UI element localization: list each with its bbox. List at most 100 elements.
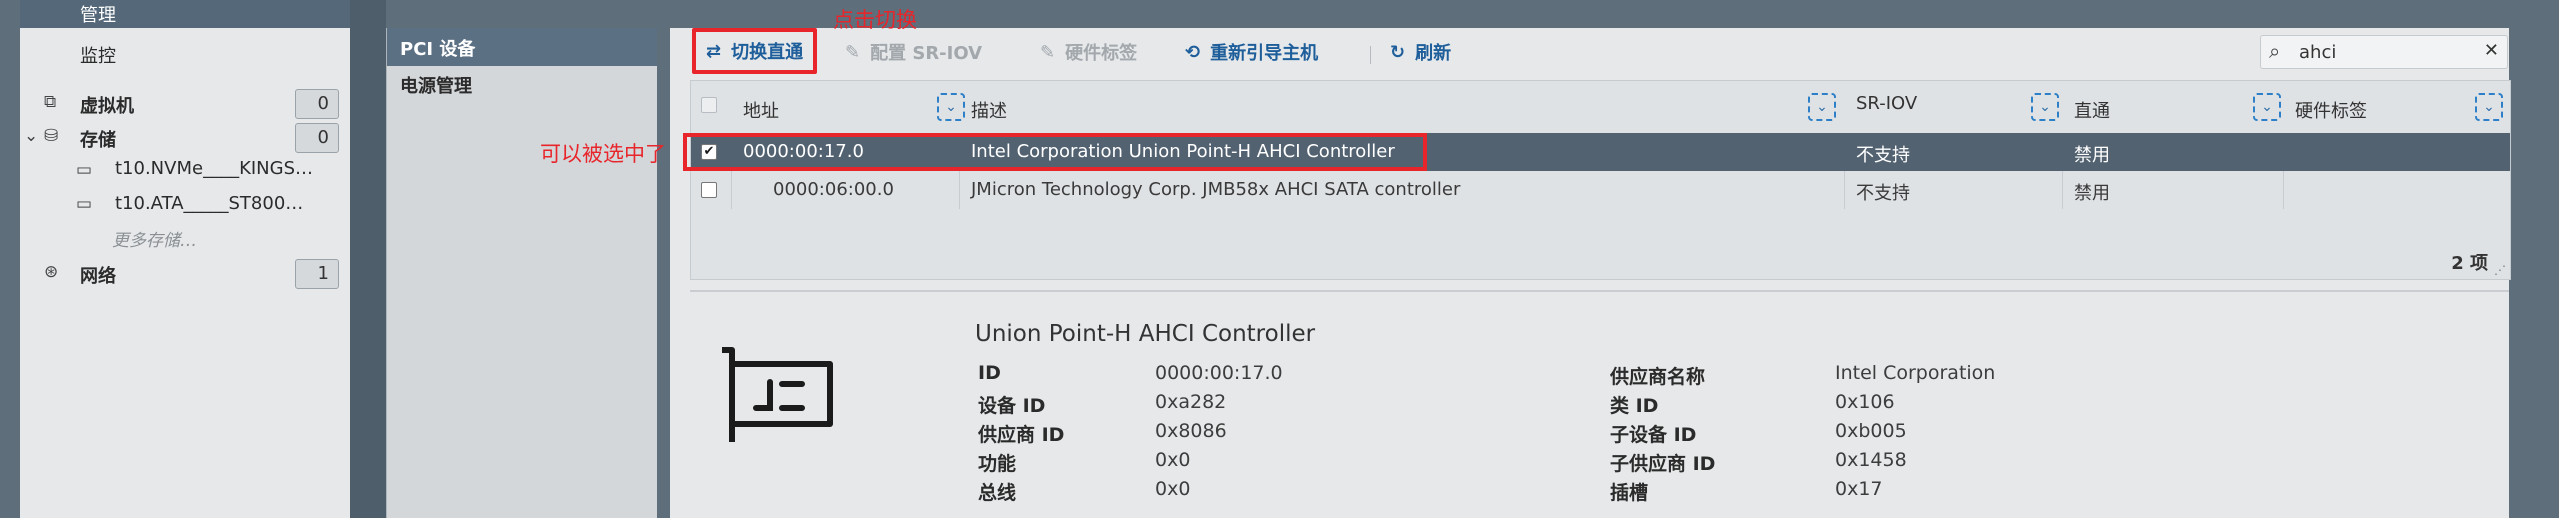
search-box[interactable]: ⌕ ✕ — [2260, 35, 2508, 69]
col-address[interactable]: 地址 — [743, 97, 779, 123]
column-divider — [2062, 171, 2063, 209]
column-divider — [959, 171, 960, 209]
detail-key: 功能 — [978, 453, 1017, 475]
col-description[interactable]: 描述 — [971, 97, 1007, 123]
row-checkbox[interactable] — [701, 182, 717, 198]
detail-key: 子供应商 ID — [1610, 453, 1716, 475]
network-count-badge: 1 — [295, 259, 339, 289]
row-checkbox[interactable]: ✔ — [701, 144, 717, 160]
nav-item-vms[interactable]: 虚拟机 — [80, 92, 134, 118]
pencil-icon: ✎ — [845, 41, 861, 63]
device-title: Union Point-H AHCI Controller — [975, 321, 1316, 347]
configure-sriov-button[interactable]: ✎ 配置 SR-IOV — [845, 34, 982, 70]
pci-device-grid: 地址 ⌄ 描述 ⌄ SR-IOV ⌄ 直通 ⌄ 硬件标签 ⌄ ✔ 0000:00… — [690, 80, 2511, 280]
nav-item-monitor[interactable]: 监控 — [80, 42, 116, 68]
annotation-click-switch: 点击切换 — [833, 8, 917, 32]
more-storage-link[interactable]: 更多存储… — [112, 226, 197, 251]
detail-value: 0xa282 — [1155, 391, 1227, 413]
nav-item-storage[interactable]: 存储 — [80, 126, 116, 152]
hardware-label-button[interactable]: ✎ 硬件标签 — [1040, 34, 1137, 70]
detail-value: 0x106 — [1835, 391, 1895, 413]
refresh-button[interactable]: ↻ 刷新 — [1390, 34, 1451, 70]
nav-item-manage-label: 管理 — [80, 5, 116, 26]
vm-icon: ⧉ — [44, 92, 57, 112]
table-row[interactable]: ✔ 0000:00:17.0 Intel Corporation Union P… — [691, 133, 2510, 171]
detail-value: 0x17 — [1835, 478, 1883, 500]
filter-hardware-label-icon[interactable]: ⌄ — [2475, 93, 2503, 121]
col-sriov[interactable]: SR-IOV — [1856, 93, 1917, 114]
navigator-panel: 管理 监控 ⧉ 虚拟机 0 ⌄ ⛁ 存储 0 ▭ t10.NVMe____KIN… — [20, 0, 350, 518]
swap-icon: ⇄ — [706, 40, 722, 62]
detail-key: 子设备 ID — [1610, 424, 1697, 446]
storage-count-badge: 0 — [295, 123, 339, 153]
row-sriov: 不支持 — [1856, 183, 1910, 204]
reboot-host-button[interactable]: ⟲ 重新引导主机 — [1185, 34, 1318, 70]
pci-card-icon — [722, 347, 833, 442]
panel-divider[interactable] — [350, 0, 386, 518]
detail-key: 类 ID — [1610, 395, 1659, 417]
col-passthrough[interactable]: 直通 — [2074, 97, 2110, 123]
vm-count-badge: 0 — [295, 89, 339, 119]
detail-value: 0x1458 — [1835, 449, 1907, 471]
settings-menu: PCI 设备 电源管理 — [386, 28, 657, 518]
detail-value: Intel Corporation — [1835, 362, 1996, 384]
disk-icon: ▭ — [76, 160, 93, 180]
row-description: Intel Corporation Union Point-H AHCI Con… — [971, 141, 1395, 162]
row-passthrough: 禁用 — [2074, 145, 2110, 166]
resize-grip-icon[interactable]: ⋰ — [2494, 263, 2506, 277]
detail-key: 设备 ID — [978, 395, 1046, 417]
storage-item-ata[interactable]: t10.ATA_____ST800… — [115, 193, 303, 214]
detail-key: 供应商 ID — [978, 424, 1065, 446]
filter-description-icon[interactable]: ⌄ — [1808, 93, 1836, 121]
detail-value: 0x8086 — [1155, 420, 1227, 442]
detail-value: 0xb005 — [1835, 420, 1907, 442]
row-passthrough: 禁用 — [2074, 183, 2110, 204]
refresh-icon: ↻ — [1390, 41, 1406, 63]
reboot-icon: ⟲ — [1185, 41, 1201, 63]
filter-address-icon[interactable]: ⌄ — [937, 93, 965, 121]
detail-key: 总线 — [978, 482, 1017, 504]
detail-key: 插槽 — [1610, 482, 1649, 504]
nav-item-manage[interactable]: 管理 — [20, 0, 350, 28]
item-count: 2 项 — [2451, 253, 2488, 274]
grid-header: 地址 ⌄ 描述 ⌄ SR-IOV ⌄ 直通 ⌄ 硬件标签 ⌄ — [691, 81, 2510, 133]
column-divider — [1844, 171, 1845, 209]
row-address: 0000:06:00.0 — [773, 179, 894, 200]
storage-icon: ⛁ — [44, 126, 59, 146]
disk-icon: ▭ — [76, 194, 93, 214]
col-hardware-label[interactable]: 硬件标签 — [2295, 97, 2367, 123]
row-address: 0000:00:17.0 — [743, 141, 864, 162]
details-splitter[interactable] — [690, 290, 2509, 292]
toggle-passthrough-button[interactable]: ⇄ 切换直通 — [692, 28, 818, 74]
refresh-label: 刷新 — [1415, 43, 1452, 64]
detail-value: 0000:00:17.0 — [1155, 362, 1283, 384]
detail-key: ID — [978, 362, 1001, 384]
row-description: JMicron Technology Corp. JMB58x AHCI SAT… — [971, 179, 1461, 200]
hardware-label-label: 硬件标签 — [1065, 43, 1138, 64]
chevron-down-icon[interactable]: ⌄ — [24, 126, 38, 146]
filter-sriov-icon[interactable]: ⌄ — [2031, 93, 2059, 121]
detail-key: 供应商名称 — [1610, 366, 1706, 388]
nav-item-network[interactable]: 网络 — [80, 262, 116, 288]
pci-devices-panel: ⇄ 切换直通 ✎ 配置 SR-IOV ✎ 硬件标签 ⟲ 重新引导主机 ↻ 刷新 … — [670, 28, 2511, 518]
storage-item-nvme[interactable]: t10.NVMe____KINGS… — [115, 158, 313, 179]
menu-item-power[interactable]: 电源管理 — [400, 72, 472, 98]
configure-sriov-label: 配置 SR-IOV — [870, 43, 983, 64]
toggle-passthrough-label: 切换直通 — [731, 42, 804, 63]
detail-value: 0x0 — [1155, 449, 1191, 471]
select-all-checkbox[interactable] — [701, 97, 717, 113]
detail-value: 0x0 — [1155, 478, 1191, 500]
network-icon: ⊛ — [44, 262, 59, 282]
annotation-selectable: 可以被选中了 — [540, 142, 666, 166]
filter-passthrough-icon[interactable]: ⌄ — [2253, 93, 2281, 121]
table-row[interactable]: 0000:06:00.0 JMicron Technology Corp. JM… — [691, 171, 2510, 209]
row-sriov: 不支持 — [1856, 145, 1910, 166]
menu-item-pci[interactable]: PCI 设备 — [387, 28, 657, 66]
pencil-icon: ✎ — [1040, 41, 1056, 63]
toolbar-separator — [1370, 46, 1371, 64]
column-divider — [2283, 171, 2284, 209]
search-input[interactable] — [2297, 41, 2471, 64]
clear-search-icon[interactable]: ✕ — [2484, 40, 2499, 61]
menu-item-pci-label: PCI 设备 — [400, 39, 476, 60]
reboot-host-label: 重新引导主机 — [1210, 43, 1319, 64]
